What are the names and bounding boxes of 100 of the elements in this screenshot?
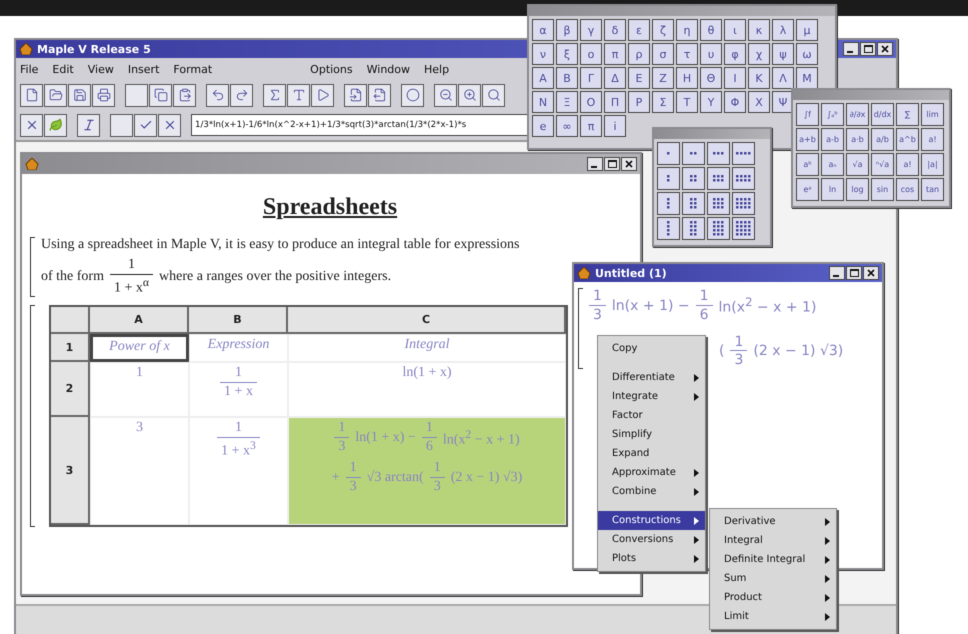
- column-header[interactable]: C: [288, 307, 566, 334]
- template-button[interactable]: d/dx: [871, 103, 894, 126]
- symbol-button[interactable]: κ: [748, 19, 770, 41]
- template-button[interactable]: a-b: [821, 128, 844, 151]
- symbol-button[interactable]: θ: [700, 19, 722, 41]
- symbol-button[interactable]: γ: [580, 19, 602, 41]
- symbol-button[interactable]: Δ: [604, 67, 626, 89]
- template-button[interactable]: ⁿ√a: [871, 153, 894, 176]
- menu-item[interactable]: Factor: [598, 406, 705, 425]
- matrix-button[interactable]: [682, 142, 705, 165]
- symbol-button[interactable]: μ: [796, 19, 818, 41]
- symbol-button[interactable]: ν: [532, 43, 554, 65]
- symbol-button[interactable]: τ: [676, 43, 698, 65]
- matrix-button[interactable]: [682, 192, 705, 215]
- close-button[interactable]: [621, 157, 637, 171]
- symbol-button[interactable]: Ο: [580, 91, 602, 113]
- matrix-button[interactable]: [732, 142, 755, 165]
- symbol-button[interactable]: φ: [724, 43, 746, 65]
- matrix-button[interactable]: [707, 142, 730, 165]
- menu-item[interactable]: Approximate: [598, 463, 705, 482]
- symbol-button[interactable]: Χ: [748, 91, 770, 113]
- reject-button[interactable]: [158, 114, 181, 136]
- template-button[interactable]: eᵃ: [796, 178, 819, 201]
- matrix-button[interactable]: [657, 217, 680, 240]
- table-cell[interactable]: 1: [90, 362, 189, 418]
- symbol-button[interactable]: ο: [580, 43, 602, 65]
- copy-button[interactable]: [149, 84, 172, 106]
- menu-item[interactable]: Product: [710, 588, 836, 607]
- menu-item[interactable]: Options: [310, 62, 353, 76]
- accept-button[interactable]: [134, 114, 157, 136]
- menu-item[interactable]: Help: [424, 62, 450, 76]
- template-button[interactable]: a·b: [846, 128, 869, 151]
- menu-item[interactable]: Edit: [52, 62, 74, 76]
- template-button[interactable]: ∂/∂x: [846, 103, 869, 126]
- menu-item[interactable]: Integral: [710, 531, 836, 550]
- symbol-button[interactable]: e: [532, 115, 554, 137]
- leaf-button[interactable]: [44, 114, 67, 136]
- symbol-button[interactable]: Ζ: [652, 67, 674, 89]
- zoom-out-button[interactable]: [434, 84, 457, 106]
- printer-button[interactable]: [92, 84, 115, 106]
- symbol-button[interactable]: ι: [724, 19, 746, 41]
- symbol-button[interactable]: Ε: [628, 67, 650, 89]
- menu-item[interactable]: File: [20, 62, 38, 76]
- blank-button[interactable]: [110, 114, 133, 136]
- symbol-button[interactable]: Τ: [676, 91, 698, 113]
- symbol-button[interactable]: ε: [628, 19, 650, 41]
- menu-item[interactable]: View: [88, 62, 114, 76]
- table-cell[interactable]: Expression: [189, 334, 288, 362]
- template-button[interactable]: log: [846, 178, 869, 201]
- symbol-button[interactable]: Ν: [532, 91, 554, 113]
- matrix-button[interactable]: [657, 192, 680, 215]
- table-cell[interactable]: Integral: [288, 334, 566, 362]
- template-button[interactable]: ∑: [896, 103, 919, 126]
- symbol-button[interactable]: Λ: [772, 67, 794, 89]
- matrix-button[interactable]: [657, 142, 680, 165]
- maximize-button[interactable]: [846, 266, 862, 280]
- redo-button[interactable]: [230, 84, 253, 106]
- symbol-button[interactable]: ξ: [556, 43, 578, 65]
- minimize-button[interactable]: [843, 42, 859, 56]
- template-button[interactable]: a!: [896, 153, 919, 176]
- zoom-in-button[interactable]: [458, 84, 481, 106]
- paste-button[interactable]: [173, 84, 196, 106]
- symbol-button[interactable]: Ι: [724, 67, 746, 89]
- output-button[interactable]: [368, 84, 391, 106]
- matrix-button[interactable]: [707, 167, 730, 190]
- symbol-button[interactable]: π: [604, 43, 626, 65]
- search-button[interactable]: [482, 84, 505, 106]
- menu-item[interactable]: Copy: [598, 339, 705, 358]
- template-button[interactable]: a!: [921, 128, 944, 151]
- menu-item[interactable]: Constructions: [598, 511, 705, 530]
- close-button[interactable]: [863, 266, 879, 280]
- input-field[interactable]: 1/3*ln(x+1)-1/6*ln(x^2-x+1)+1/3*sqrt(3)*arctan(1/3*(2*x-1)*s: [191, 114, 529, 136]
- matrix-button[interactable]: [732, 217, 755, 240]
- row-header[interactable]: 3: [51, 417, 90, 526]
- matrix-button[interactable]: [732, 167, 755, 190]
- symbol-button[interactable]: Ξ: [556, 91, 578, 113]
- symbol-button[interactable]: α: [532, 19, 554, 41]
- symbol-button[interactable]: Π: [604, 91, 626, 113]
- template-button[interactable]: lim: [921, 103, 944, 126]
- symbol-button[interactable]: Η: [676, 67, 698, 89]
- template-button[interactable]: ln: [821, 178, 844, 201]
- table-cell[interactable]: 3: [90, 417, 189, 526]
- table-cell[interactable]: 1 1 + x: [189, 362, 288, 418]
- new-file-button[interactable]: [20, 84, 43, 106]
- sigma-button[interactable]: [263, 84, 286, 106]
- template-button[interactable]: aₙ: [821, 153, 844, 176]
- blank-button[interactable]: [125, 84, 148, 106]
- matrix-button[interactable]: [682, 167, 705, 190]
- template-button[interactable]: ∫f: [796, 103, 819, 126]
- symbol-button[interactable]: δ: [604, 19, 626, 41]
- symbol-button[interactable]: Β: [556, 67, 578, 89]
- symbol-button[interactable]: Γ: [580, 67, 602, 89]
- menu-item[interactable]: Expand: [598, 444, 705, 463]
- symbol-button[interactable]: Θ: [700, 67, 722, 89]
- menu-item[interactable]: Integrate: [598, 387, 705, 406]
- symbol-button[interactable]: i: [604, 115, 626, 137]
- matrix-button[interactable]: [657, 167, 680, 190]
- open-folder-button[interactable]: [44, 84, 67, 106]
- template-button[interactable]: a^b: [896, 128, 919, 151]
- menu-item[interactable]: Limit: [710, 607, 836, 626]
